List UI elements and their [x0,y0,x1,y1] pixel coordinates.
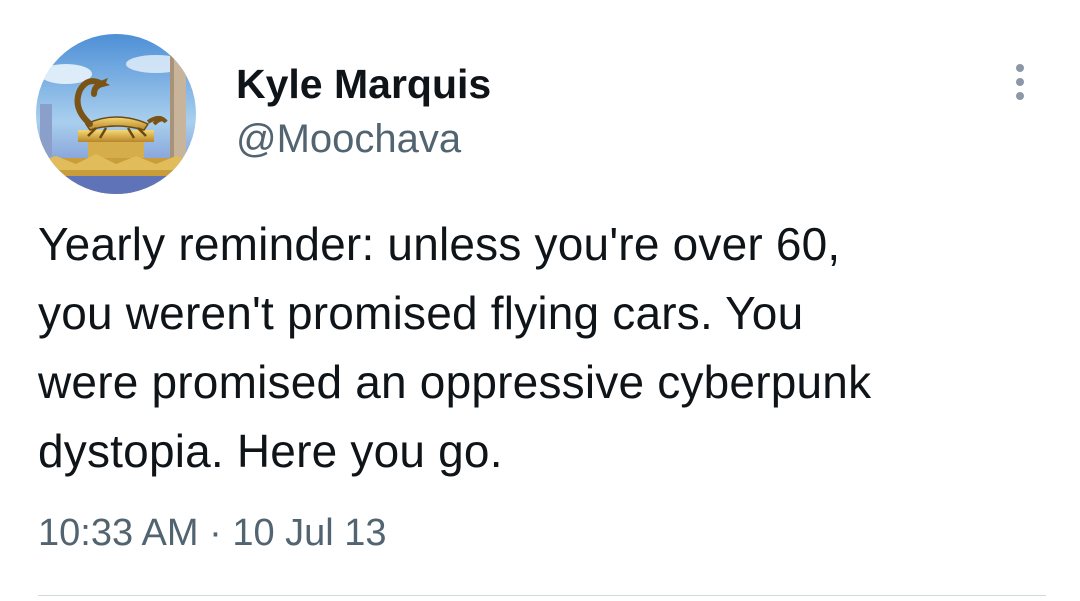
scorpion-avatar-icon [36,34,196,194]
menu-dot [1016,92,1024,100]
author-display-name[interactable]: Kyle Marquis [236,58,491,110]
more-vertical-icon[interactable] [996,58,1044,106]
tweet-card: Kyle Marquis @Moochava Yearly reminder: … [0,0,1080,601]
tweet-time-link[interactable]: 10:33 AM [38,512,199,554]
menu-dot [1016,64,1024,72]
timestamp-separator: · [209,512,222,554]
tweet-text: Yearly reminder: unless you're over 60, … [38,218,872,477]
divider [38,595,1046,596]
tweet-date-link[interactable]: 10 Jul 13 [232,512,386,554]
menu-dot [1016,78,1024,86]
author-avatar[interactable] [36,34,196,194]
tweet-timestamp: 10:33 AM · 10 Jul 13 [38,510,387,556]
author-handle[interactable]: @Moochava [236,116,461,162]
